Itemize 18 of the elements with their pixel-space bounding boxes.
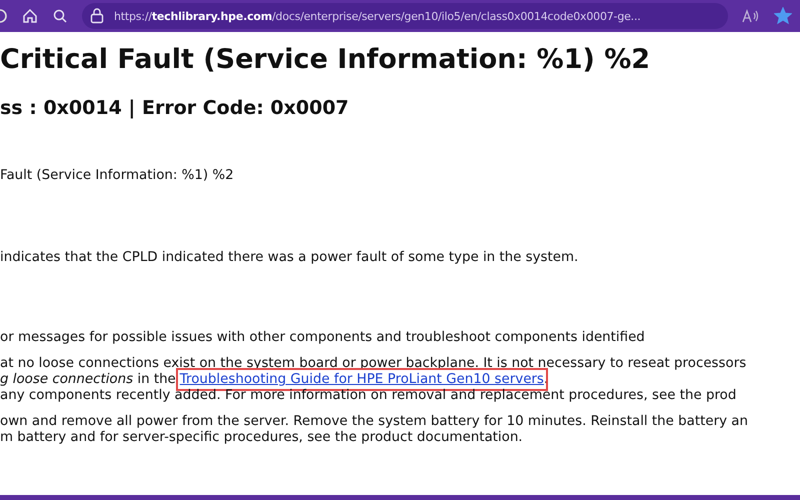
home-icon[interactable]	[22, 8, 38, 24]
body-text: any components recently added. For more information on removal and replacement procedures, see the prod	[0, 389, 738, 403]
page-title: Critical Fault (Service Information: %1) %2	[0, 44, 652, 75]
body-text: Fault (Service Information: %1) %2	[0, 169, 235, 183]
read-aloud-icon[interactable]	[742, 8, 760, 24]
refresh-icon[interactable]	[0, 8, 8, 24]
page-subtitle: ss : 0x0014 | Error Code: 0x0007	[0, 97, 350, 119]
search-icon[interactable]	[52, 8, 68, 24]
url-text: https://techlibrary.hpe.com/docs/enterprise/servers/gen10/ilo5/en/class0x0014code0x0007-ge...	[114, 10, 641, 22]
address-bar[interactable]: https://techlibrary.hpe.com/docs/enterprise/servers/gen10/ilo5/en/class0x0014code0x0007-ge...	[82, 3, 728, 29]
body-text: m battery and for server-specific procedures, see the product documentation.	[0, 431, 524, 445]
body-text: indicates that the CPLD indicated there was a power fault of some type in the system.	[0, 251, 580, 265]
lock-icon	[90, 8, 104, 24]
body-text: g loose connections in the	[0, 372, 176, 387]
body-text: or messages for possible issues with other components and troubleshoot components identified	[0, 331, 646, 345]
body-text: at no loose connections exist on the system board or power backplane. It is not necessary to reseat processors	[0, 357, 748, 371]
body-text: own and remove all power from the server. Remove the system battery for 10 minutes. Reinstall the battery an	[0, 415, 749, 429]
star-icon[interactable]	[774, 7, 792, 25]
